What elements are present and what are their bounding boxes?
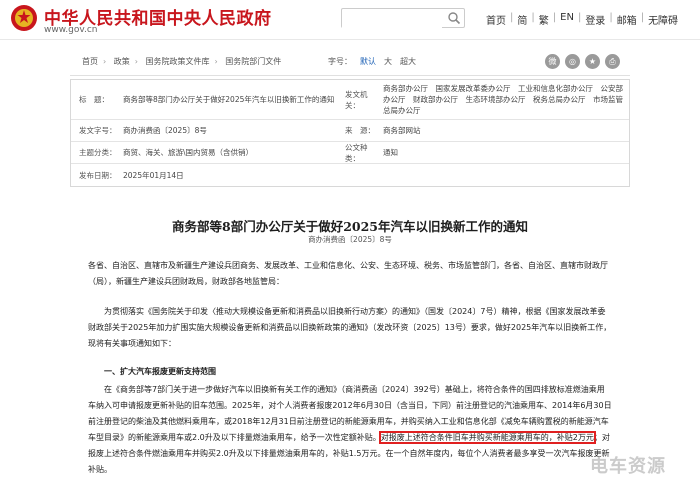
highlighted-subsidy-text: 对报废上述符合条件旧车并购买新能源乘用车的，补贴2万元 [378,431,596,444]
nav-simplified[interactable]: 简 [517,12,527,27]
national-emblem-icon[interactable] [10,4,38,32]
breadcrumb-department-docs[interactable]: 国务院部门文件 [225,57,281,66]
article-title: 商务部等8部门办公厅关于做好2025年汽车以旧换新工作的通知 [172,219,528,234]
article-body-1: 在《商务部等7部门关于进一步做好汽车以旧换新有关工作的通知》（商消费函〔2024… [88,382,612,478]
meta-topic-value: 商贸、海关、旅游\国内贸易（含供销） [123,148,254,157]
nav-login[interactable]: 登录 [585,12,605,27]
article-addressees: 各省、自治区、直辖市及新疆生产建设兵团商务、发展改革、工业和信息化、公安、生态环… [88,261,608,286]
meta-type-value: 通知 [383,148,398,157]
meta-source-label: 来 源： [345,126,375,135]
meta-row-title: 标 题： 商务部等8部门办公厅关于做好2025年汽车以旧换新工作的通知 发文机关… [71,80,629,120]
share-bar: 微 ◎ ★ ⎙ [545,54,620,69]
breadcrumb-policy-library[interactable]: 国务院政策文件库 [146,57,210,66]
article-heading-1: 一、扩大汽车报废更新支持范围 [104,367,216,376]
font-size-large[interactable]: 大 [384,57,392,66]
font-size-label: 字号： [328,57,352,66]
meta-title-label: 标 题： [79,95,109,104]
print-icon[interactable]: ⎙ [605,54,620,69]
site-url: www.gov.cn [44,25,98,35]
meta-row-topic: 主题分类： 商贸、海关、旅游\国内贸易（含供销） 公文种类： 通知 [71,142,629,164]
breadcrumb: 首页 › 政策 › 国务院政策文件库 › 国务院部门文件 [82,57,282,66]
meta-row-docno: 发文字号： 商办消费函〔2025〕8号 来 源： 商务部网站 [71,120,629,142]
meta-source-value: 商务部网站 [383,126,421,135]
font-size-switcher: 字号： 默认大超大 [328,56,416,67]
meta-topic-label: 主题分类： [79,148,117,157]
watermark: 电车资源 [590,456,666,477]
breadcrumb-bar: 首页 › 政策 › 国务院政策文件库 › 国务院部门文件 字号： 默认大超大 微 ◎ ★… [70,48,630,76]
document-meta-table: 标 题： 商务部等8部门办公厅关于做好2025年汽车以旧换新工作的通知 发文机关… [70,79,630,187]
article-doc-number: 商办消费函〔2025〕8号 [308,235,392,244]
content-frame: 首页 › 政策 › 国务院政策文件库 › 国务院部门文件 字号： 默认大超大 微 ◎ ★… [70,48,630,484]
qzone-icon[interactable]: ★ [585,54,600,69]
nav-accessibility[interactable]: 无障碍 [648,12,678,27]
meta-row-date: 发布日期： 2025年01月14日 [71,164,629,186]
nav-mail[interactable]: 邮箱 [617,12,637,27]
meta-docno-label: 发文字号： [79,126,117,135]
nav-english[interactable]: EN [560,12,574,27]
meta-org-label: 发文机关： [345,89,368,110]
breadcrumb-home[interactable]: 首页 [82,57,98,66]
search-box[interactable] [341,8,465,31]
weibo-icon[interactable]: 微 [545,54,560,69]
wechat-icon[interactable]: ◎ [565,54,580,69]
search-input[interactable] [342,12,442,31]
article-intro: 为贯彻落实《国务院关于印发〈推动大规模设备更新和消费品以旧换新行动方案〉的通知》… [88,307,612,348]
meta-type-label: 公文种类： [345,142,368,163]
font-size-default[interactable]: 默认 [360,57,376,66]
meta-date-label: 发布日期： [79,170,117,180]
nav-traditional[interactable]: 繁 [539,12,549,27]
breadcrumb-policy[interactable]: 政策 [114,57,130,66]
meta-docno-value: 商办消费函〔2025〕8号 [123,126,207,135]
meta-title-value: 商务部等8部门办公厅关于做好2025年汽车以旧换新工作的通知 [123,95,335,104]
meta-date-value: 2025年01月14日 [123,170,184,180]
search-icon[interactable] [447,11,461,25]
nav-home[interactable]: 首页 [486,12,506,27]
top-nav: 首页 | 简 | 繁 | EN | 登录 | 邮箱 | 无障碍 [486,12,679,27]
site-header: 中华人民共和国中央人民政府 www.gov.cn 首页 | 简 | 繁 | EN | 登… [0,0,700,40]
meta-org-value: 商务部办公厅 国家发展改革委办公厅 工业和信息化部办公厅 公安部办公厅 财政部办… [383,84,623,115]
font-size-xlarge[interactable]: 超大 [400,57,416,66]
